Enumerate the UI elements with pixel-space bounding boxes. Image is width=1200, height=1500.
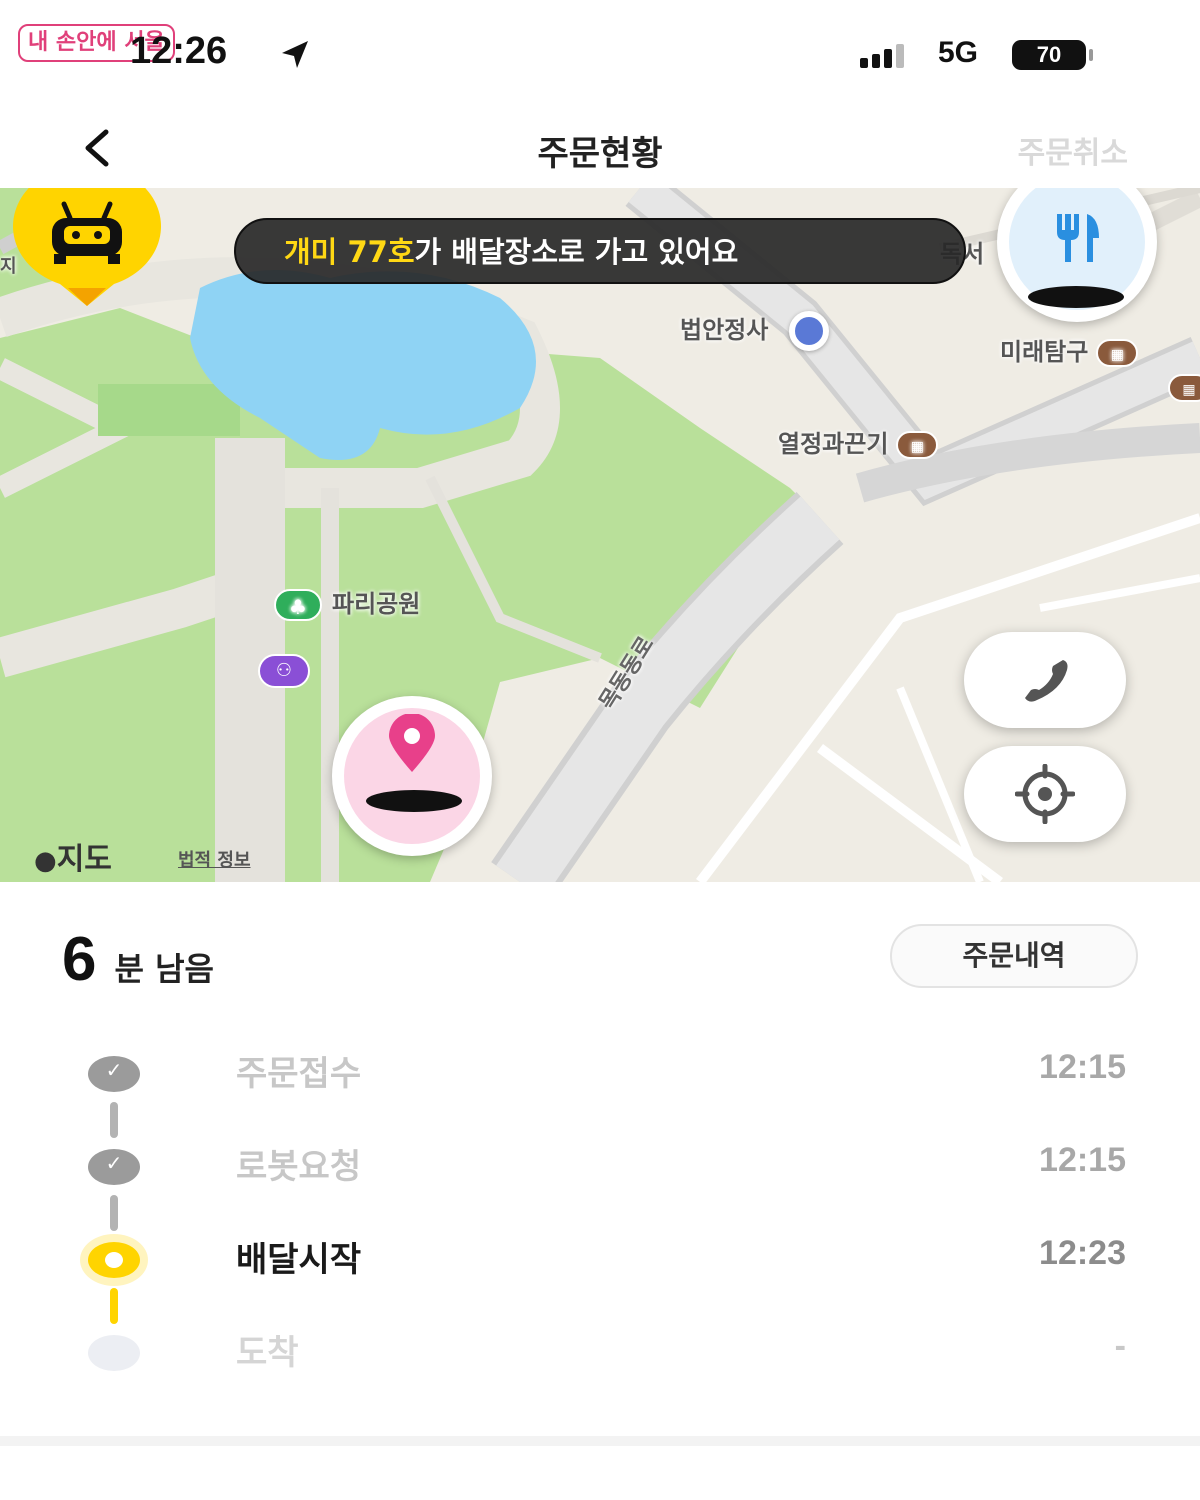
step-time: 12:15: [1039, 1048, 1126, 1086]
location-pin-icon: [389, 714, 435, 772]
restaurant-pin-shadow: [1028, 286, 1124, 308]
call-button[interactable]: [964, 632, 1126, 728]
step-arrival: 도착 -: [0, 1309, 1200, 1389]
delivery-status-banner: 개미 77호가 배달장소로 가고 있어요: [234, 218, 966, 284]
landmark-marker-icon: [788, 311, 829, 351]
map-label-passion[interactable]: 열정과끈기 ▦: [778, 424, 939, 459]
step-label: 로봇요청: [236, 1147, 362, 1187]
step-label: 도착: [236, 1333, 299, 1373]
my-location-button[interactable]: [964, 746, 1126, 842]
crosshair-icon: [1015, 764, 1075, 824]
delivery-map[interactable]: 지 독서 법안정사 미래탐구▦ ▦ 열정과끈기▦ ♣파리공원 ⚇ 목동동로 개미…: [0, 188, 1200, 882]
nav-header: 주문현황 주문취소: [0, 100, 1200, 190]
order-history-button[interactable]: 주문내역: [890, 924, 1138, 988]
map-label-park[interactable]: ♣ 파리공원: [274, 584, 420, 621]
check-icon: [88, 1056, 140, 1092]
destination-pin-shadow: [366, 790, 462, 812]
location-arrow-icon: [282, 41, 308, 68]
school-icon: ▦: [896, 431, 939, 459]
school-icon: ▦: [1096, 339, 1139, 367]
cancel-order-button[interactable]: 주문취소: [1018, 128, 1128, 172]
current-step-icon: [88, 1242, 140, 1278]
step-label: 주문접수: [236, 1054, 362, 1094]
step-time: -: [1114, 1327, 1126, 1365]
pending-step-icon: [88, 1335, 140, 1371]
step-robot-requested: 로봇요청 12:15: [0, 1123, 1200, 1203]
eta-display: 6 분 남음: [62, 924, 214, 995]
battery-icon: 70: [1012, 40, 1093, 70]
network-type: 5G: [938, 36, 979, 69]
step-order-received: 주문접수 12:15: [0, 1030, 1200, 1110]
school-icon[interactable]: ▦: [1168, 374, 1200, 402]
map-label-future-explorer[interactable]: 미래탐구 ▦: [1000, 332, 1139, 367]
step-label: 배달시작: [236, 1240, 362, 1280]
map-attribution: ●지도: [34, 842, 112, 877]
robot-name: 개미 77호: [284, 235, 415, 269]
status-bar: 내 손안에 서울 12:26 5G 70: [0, 0, 1200, 100]
restaurant-pin[interactable]: [992, 188, 1162, 322]
restroom-icon[interactable]: ⚇: [258, 654, 310, 688]
bottom-divider: [0, 1436, 1200, 1446]
eta-unit: 분 남음: [114, 950, 214, 988]
legal-info-link[interactable]: 법적 정보: [178, 846, 251, 872]
eta-minutes: 6: [62, 925, 97, 994]
phone-icon: [1025, 660, 1068, 702]
robot-location-pin[interactable]: [0, 188, 174, 308]
map-label-temple[interactable]: 법안정사: [680, 310, 829, 351]
fork-knife-icon: [1057, 214, 1099, 262]
check-icon: [88, 1149, 140, 1185]
step-time: 12:23: [1039, 1234, 1126, 1272]
step-delivery-started: 배달시작 12:23: [0, 1216, 1200, 1296]
tree-icon: ♣: [274, 589, 322, 621]
banner-message: 가 배달장소로 가고 있어요: [414, 235, 739, 269]
status-time: 12:26: [130, 30, 228, 72]
step-time: 12:15: [1039, 1141, 1126, 1179]
signal-icon: [860, 44, 904, 68]
apple-logo-icon: ●: [34, 846, 57, 876]
